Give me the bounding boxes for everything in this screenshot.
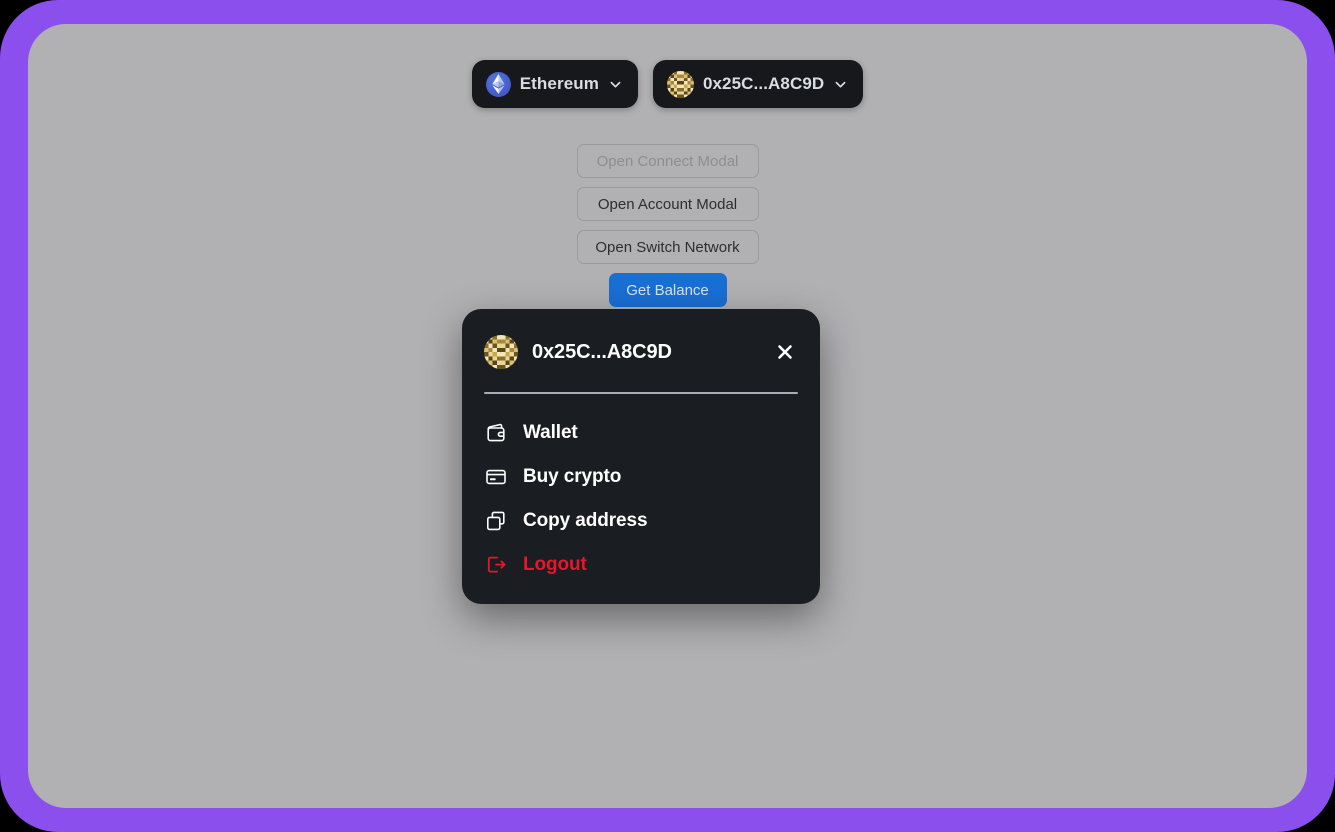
wallet-icon [484, 422, 507, 445]
menu-item-label: Logout [523, 554, 587, 575]
close-icon[interactable] [772, 339, 798, 365]
demo-button-stack: Open Connect Modal Open Account Modal Op… [28, 144, 1307, 307]
chain-name-label: Ethereum [519, 74, 599, 93]
ethereum-logo-icon [485, 71, 511, 97]
logout-icon [484, 554, 507, 577]
wallet-connect-bar: Ethereum 0x25C...A8C9D [28, 60, 1307, 108]
chevron-down-icon [834, 78, 847, 91]
account-modal-header: 0x25C...A8C9D [484, 331, 798, 373]
menu-item-label: Copy address [523, 510, 648, 531]
wallet-blockie-avatar [666, 70, 694, 98]
open-account-modal-button[interactable]: Open Account Modal [576, 187, 759, 221]
get-balance-button[interactable]: Get Balance [608, 273, 727, 307]
chevron-down-icon [609, 78, 622, 91]
modal-divider [484, 392, 798, 394]
menu-item-label: Wallet [523, 422, 578, 443]
open-connect-modal-button[interactable]: Open Connect Modal [576, 144, 759, 178]
menu-item-copy-address[interactable]: Copy address [484, 508, 798, 534]
open-switch-network-button[interactable]: Open Switch Network [576, 230, 759, 264]
chain-selector-pill[interactable]: Ethereum [471, 60, 638, 108]
account-modal-menu: Wallet Buy crypto Copy address Logout [484, 420, 798, 578]
copy-icon [484, 510, 507, 533]
page-viewport: Ethereum 0x25C...A8C9D Open Connect Moda… [28, 24, 1307, 808]
modal-account-address: 0x25C...A8C9D [532, 340, 672, 363]
device-frame: Ethereum 0x25C...A8C9D Open Connect Moda… [0, 0, 1335, 832]
menu-item-label: Buy crypto [523, 466, 622, 487]
menu-item-buy-crypto[interactable]: Buy crypto [484, 464, 798, 490]
wallet-blockie-avatar [484, 335, 518, 369]
menu-item-logout[interactable]: Logout [484, 552, 798, 578]
credit-card-icon [484, 466, 507, 489]
account-address-label: 0x25C...A8C9D [702, 74, 825, 93]
account-selector-pill[interactable]: 0x25C...A8C9D [652, 60, 864, 108]
menu-item-wallet[interactable]: Wallet [484, 420, 798, 446]
account-modal-dialog: 0x25C...A8C9D Wallet Buy crypto Copy add… [462, 309, 820, 604]
